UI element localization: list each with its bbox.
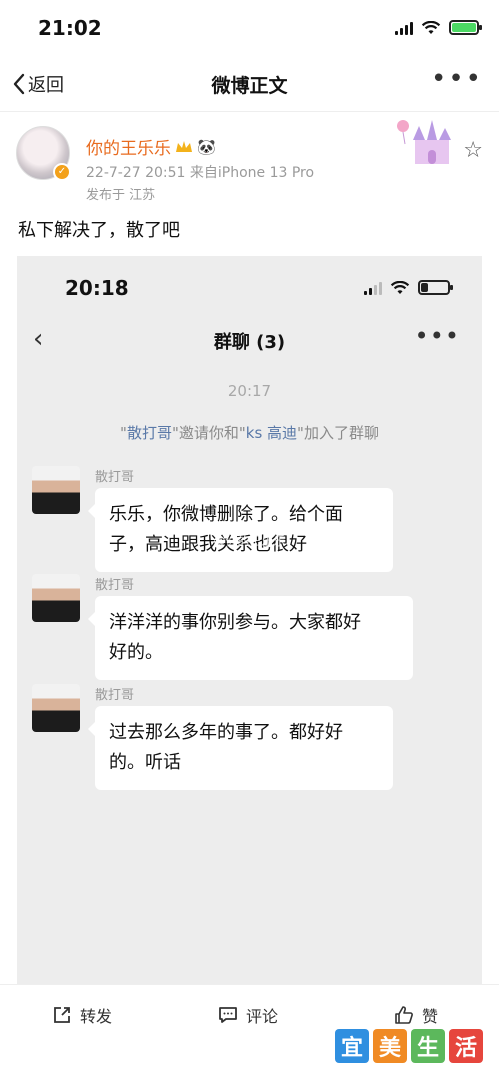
status-bar: 21:02 [0, 0, 499, 58]
sender-avatar [32, 684, 80, 732]
message-bubble: 乐乐，你微博删除了。给个面 子，高迪跟我关系也很好 [88, 488, 393, 572]
bottom-toolbar: 转发 评论 赞 宜 美 生 活 [0, 984, 499, 1080]
post-header: ✓ 你的王乐乐 🐼 22-7-27 20:51 来自iPhone 13 Pro … [0, 112, 499, 208]
sender-avatar [32, 574, 80, 622]
message-line: 好的。 [109, 642, 163, 663]
screenshot-system-message: "散打哥"邀请你和"ks 高迪"加入了群聊 [17, 422, 482, 443]
repost-button[interactable]: 转发 [52, 1003, 112, 1027]
username-row[interactable]: 你的王乐乐 🐼 [86, 134, 216, 160]
comment-icon [219, 1007, 237, 1023]
message-line: 过去那么多年的事了。都好好 [109, 722, 343, 743]
brand-char: 生 [411, 1029, 445, 1063]
screenshot-more-icon: ••• [414, 322, 460, 350]
sender-name: 散打哥 [95, 688, 135, 703]
status-icons [395, 20, 482, 35]
username[interactable]: 你的王乐乐 [86, 134, 171, 159]
sys-quote: " [120, 424, 127, 442]
brand-char: 宜 [335, 1029, 369, 1063]
repost-label: 转发 [80, 1007, 113, 1026]
like-button[interactable]: 赞 [394, 1003, 438, 1027]
castle-decoration-icon [397, 120, 451, 164]
message-bubble: 洋洋洋的事你别参与。大家都好 好的。 [88, 596, 413, 680]
star-icon[interactable]: ☆ [463, 138, 483, 163]
page-title: 微博正文 [211, 75, 288, 97]
wifi-icon [421, 20, 441, 34]
brand-watermark: 宜 美 生 活 [335, 1029, 483, 1063]
sys-end: "加入了群聊 [297, 424, 379, 442]
screenshot-timestamp: 20:17 [227, 382, 272, 400]
message-line: 的。听话 [109, 752, 181, 773]
message-line: 洋洋洋的事你别参与。大家都好 [109, 612, 361, 633]
post-text: 私下解决了，散了吧 [18, 220, 180, 241]
embedded-chat-screenshot[interactable]: 20:18 ‹ 群聊 (3) ••• 20:17 "散打哥"邀请你和"ks 高迪… [17, 256, 482, 984]
verified-badge-icon: ✓ [53, 163, 71, 181]
message-line: 乐乐，你微博删除了。给个面 [109, 504, 343, 525]
signal-icon [395, 21, 413, 35]
screenshot-status-time: 20:18 [65, 276, 129, 300]
thumbs-up-icon [395, 1006, 413, 1024]
sys-mid: "邀请你和" [171, 424, 246, 442]
sender-name: 散打哥 [95, 470, 135, 485]
watermark: @你的王乐乐 [213, 534, 286, 548]
avatar[interactable]: ✓ [16, 126, 71, 181]
screenshot-battery-icon [418, 280, 453, 295]
sys-name2: ks 高迪 [245, 424, 298, 442]
crown-icon [176, 140, 192, 152]
status-time: 21:02 [38, 16, 102, 40]
screenshot-signal-icon [364, 281, 382, 295]
post-meta: 22-7-27 20:51 来自iPhone 13 Pro [86, 165, 315, 181]
nav-bar: 返回 微博正文 ••• [0, 58, 499, 112]
comment-label: 评论 [246, 1007, 279, 1026]
screenshot-status-icons [364, 280, 453, 295]
panda-emoji: 🐼 [197, 137, 216, 156]
brand-char: 美 [373, 1029, 407, 1063]
screenshot-wifi-icon [390, 280, 410, 294]
share-icon [54, 1007, 70, 1023]
like-label: 赞 [422, 1007, 439, 1026]
message-bubble: 过去那么多年的事了。都好好 的。听话 [88, 706, 393, 790]
brand-char: 活 [449, 1029, 483, 1063]
comment-button[interactable]: 评论 [218, 1003, 278, 1027]
battery-icon [449, 20, 482, 35]
sender-avatar [32, 466, 80, 514]
screenshot-chat-title: 群聊 (3) [213, 332, 286, 353]
more-menu-button[interactable]: ••• [431, 64, 483, 94]
post-location: 发布于 江苏 [86, 188, 156, 203]
sender-name: 散打哥 [95, 578, 135, 593]
sys-name1: 散打哥 [126, 424, 172, 442]
